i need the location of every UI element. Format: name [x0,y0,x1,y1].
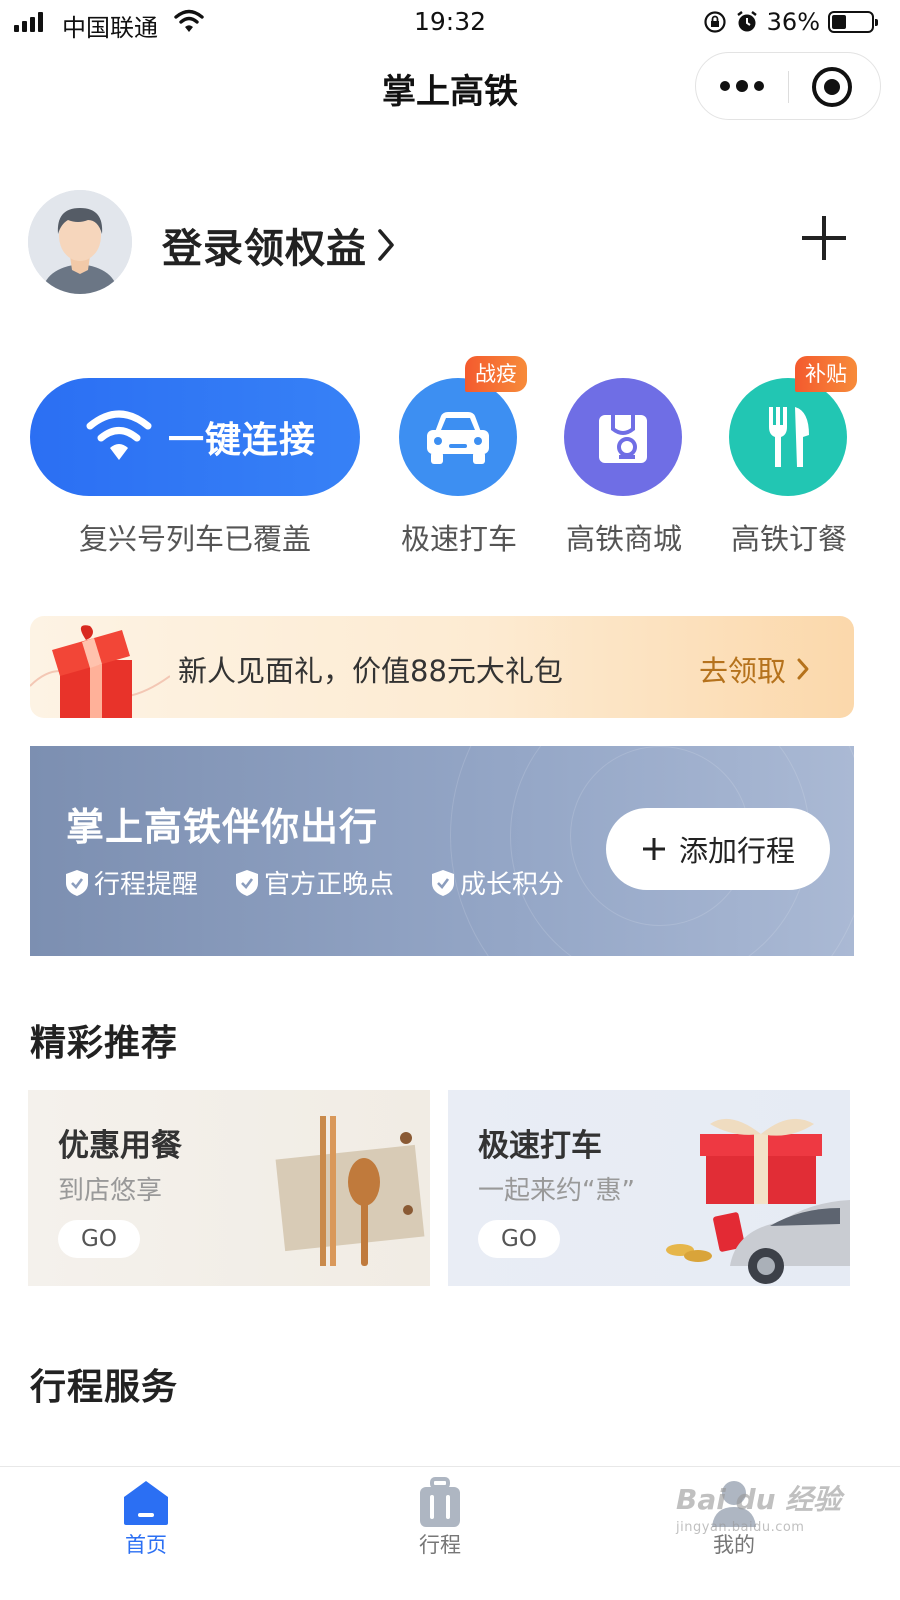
go-button[interactable]: GO [58,1220,140,1258]
feature-label: 行程提醒 [94,870,199,900]
mini-program-capsule [695,52,881,120]
close-circle-icon[interactable] [812,67,852,107]
rec-card-title: 极速打车 [478,1128,602,1164]
rec-card-title: 优惠用餐 [58,1128,182,1164]
capsule-divider [788,71,789,103]
chevron-right-icon [378,229,394,261]
battery-percent: 36% [766,8,820,36]
claim-link[interactable]: 去领取 [699,648,810,690]
luggage-icon [420,1477,460,1527]
plus-icon [642,838,665,860]
watermark-brand: Bai du 经验 [676,1483,842,1516]
one-click-wifi-button[interactable]: 一键连接 [30,378,360,496]
subsidy-badge: 补贴 [795,356,857,392]
tab-label: 首页 [125,1533,167,1557]
rec-card-taxi[interactable]: 极速打车 一起来约“惠” GO [448,1090,850,1286]
fork-knife-icon [729,378,847,496]
gift-car-icon [666,1118,850,1284]
chopsticks-spoon-icon [275,1116,425,1266]
more-icon[interactable] [696,53,788,119]
rec-card-subtitle: 一起来约“惠” [478,1176,635,1206]
user-row: 登录领权益 [28,190,872,294]
shopping-bag-icon [564,378,682,496]
go-button[interactable]: GO [478,1220,560,1258]
trip-features: 行程提醒 官方正晚点 成长积分 [64,864,564,901]
quick-action-label: 极速打车 [400,522,517,556]
services-title: 行程服务 [30,1367,179,1408]
login-label: 登录领权益 [162,226,367,272]
quick-action-label: 高铁订餐 [730,522,847,556]
feature-label: 官方正晚点 [264,870,395,900]
tab-label: 行程 [419,1533,461,1557]
watermark-url: jingyan.baidu.com [676,1520,805,1535]
rec-card-subtitle: 到店悠享 [58,1176,163,1206]
add-trip-button[interactable]: 添加行程 [606,808,830,890]
recommend-title: 精彩推荐 [30,1023,179,1064]
add-trip-label: 添加行程 [678,834,795,868]
claim-label: 去领取 [698,654,786,688]
chevron-right-icon [797,658,809,680]
avatar[interactable] [28,190,132,294]
trip-title: 掌上高铁伴你出行 [66,805,379,849]
feature-label: 成长积分 [460,870,565,900]
quick-action-mall[interactable]: 高铁商城 [564,378,684,556]
quick-action-food[interactable]: 补贴 高铁订餐 [729,356,857,556]
new-user-gift-banner[interactable]: 新人见面礼，价值88元大礼包 去领取 [30,616,854,718]
tab-home[interactable]: 首页 [56,1467,236,1600]
alarm-icon [736,11,757,32]
shield-check-icon [432,869,455,896]
wifi-caption: 复兴号列车已覆盖 [78,522,311,556]
quick-action-label: 高铁商城 [565,522,682,556]
default-avatar-icon [28,190,132,294]
battery-icon [828,11,878,33]
rotation-lock-icon [704,11,726,33]
shield-check-icon [66,869,88,896]
wifi-icon [86,410,152,460]
gift-box-icon [30,625,170,718]
wifi-button-label: 一键连接 [168,420,317,461]
quick-action-taxi[interactable]: 战疫 极速打车 [399,356,527,556]
login-link[interactable]: 登录领权益 [162,216,397,274]
feature-item: 官方正晚点 [234,864,394,901]
rec-card-dining[interactable]: 优惠用餐 到店悠享 GO [28,1090,430,1286]
promo-text: 新人见面礼，价值88元大礼包 [178,654,563,688]
trip-card: 掌上高铁伴你出行 行程提醒 官方正晚点 成长积分 添加行程 [30,746,854,956]
nav-bar: 掌上高铁 [0,46,900,126]
home-icon [124,1481,168,1525]
add-icon[interactable] [802,216,846,260]
shield-check-icon [236,869,259,896]
car-icon [399,378,517,496]
feature-item: 行程提醒 [64,864,198,901]
baidu-watermark: Bai du 经验 jingyan.baidu.com [676,1478,841,1535]
promo-badge: 战疫 [465,356,527,392]
tab-trip[interactable]: 行程 [350,1467,530,1600]
status-bar: 中国联通 19:32 36% [0,0,900,46]
feature-item: 成长积分 [430,864,564,901]
